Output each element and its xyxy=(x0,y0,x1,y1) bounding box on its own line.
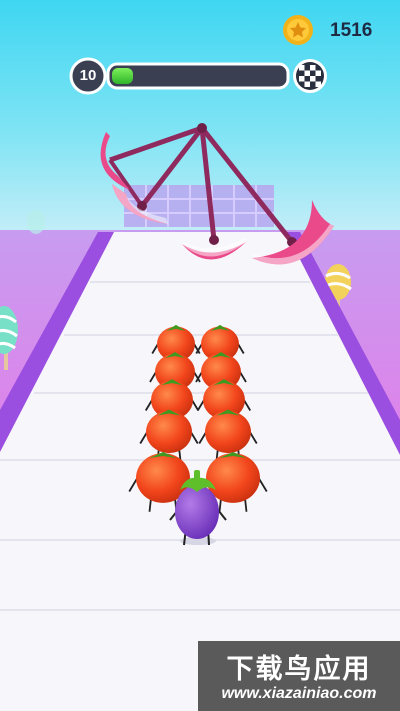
progress-fill xyxy=(112,68,133,84)
progress-track xyxy=(106,62,290,90)
game-scene xyxy=(0,0,400,711)
checkered-flag-icon xyxy=(293,59,327,93)
watermark-url: www.xiazainiao.com xyxy=(221,685,377,702)
watermark-title: 下载鸟应用 xyxy=(226,654,372,685)
level-number: 10 xyxy=(79,67,97,84)
coin-icon xyxy=(283,15,313,45)
watermark: 下载鸟应用 www.xiazainiao.com xyxy=(198,641,400,711)
candy-tree-far xyxy=(27,210,45,234)
coin-count: 1516 xyxy=(330,20,373,41)
